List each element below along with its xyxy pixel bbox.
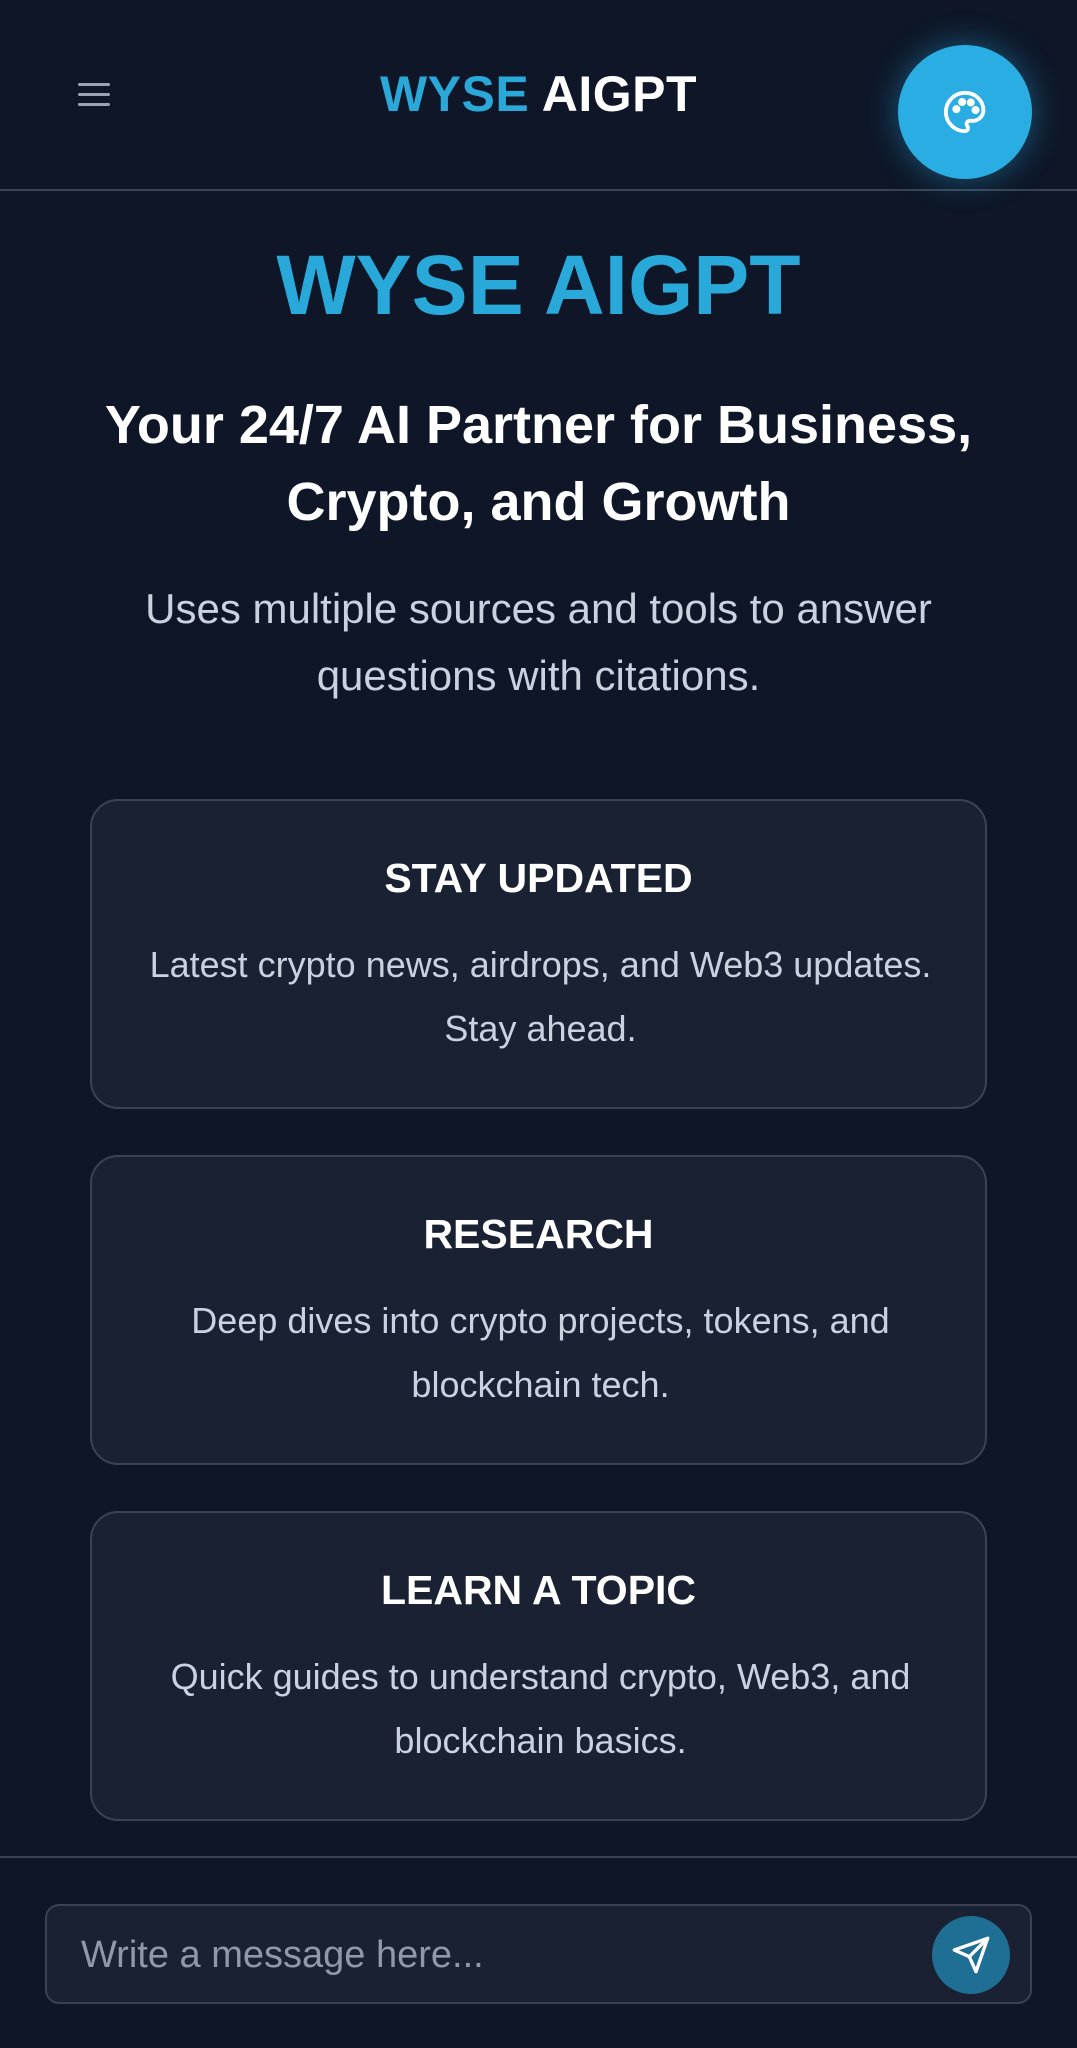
suggestion-card-stay-updated[interactable]: STAY UPDATED Latest crypto news, airdrop…: [90, 799, 987, 1109]
suggestion-card-learn-a-topic[interactable]: LEARN A TOPIC Quick guides to understand…: [90, 1511, 987, 1821]
send-paper-plane-icon: [952, 1936, 990, 1974]
hero-title: WYSE AIGPT: [276, 238, 801, 332]
message-input[interactable]: [81, 1928, 941, 1982]
card-title: LEARN A TOPIC: [380, 1567, 697, 1613]
top-bar: WYSE AIGPT: [0, 0, 1077, 191]
card-description: Deep dives into crypto projects, tokens,…: [191, 1300, 890, 1405]
composer-divider: [0, 1856, 1077, 1858]
send-button[interactable]: [932, 1916, 1010, 1994]
theme-button[interactable]: [898, 45, 1032, 179]
app-screen: WYSE AIGPT WYSE AIGPT Your 24/7 AI Partn…: [0, 0, 1077, 2048]
card-title: STAY UPDATED: [384, 855, 693, 901]
card-description: Latest crypto news, airdrops, and Web3 u…: [149, 944, 932, 1049]
message-composer: [45, 1904, 1032, 2004]
brand-rest-text: AIGPT: [541, 66, 698, 122]
brand-accent-text: WYSE: [379, 66, 530, 122]
card-title: RESEARCH: [423, 1211, 654, 1257]
hero-subtitle: Your 24/7 AI Partner for Business, Crypt…: [104, 395, 973, 532]
hero-description: Uses multiple sources and tools to answe…: [145, 585, 932, 699]
palette-icon: [943, 90, 986, 134]
card-description: Quick guides to understand crypto, Web3,…: [170, 1656, 911, 1761]
suggestion-card-research[interactable]: RESEARCH Deep dives into crypto projects…: [90, 1155, 987, 1465]
